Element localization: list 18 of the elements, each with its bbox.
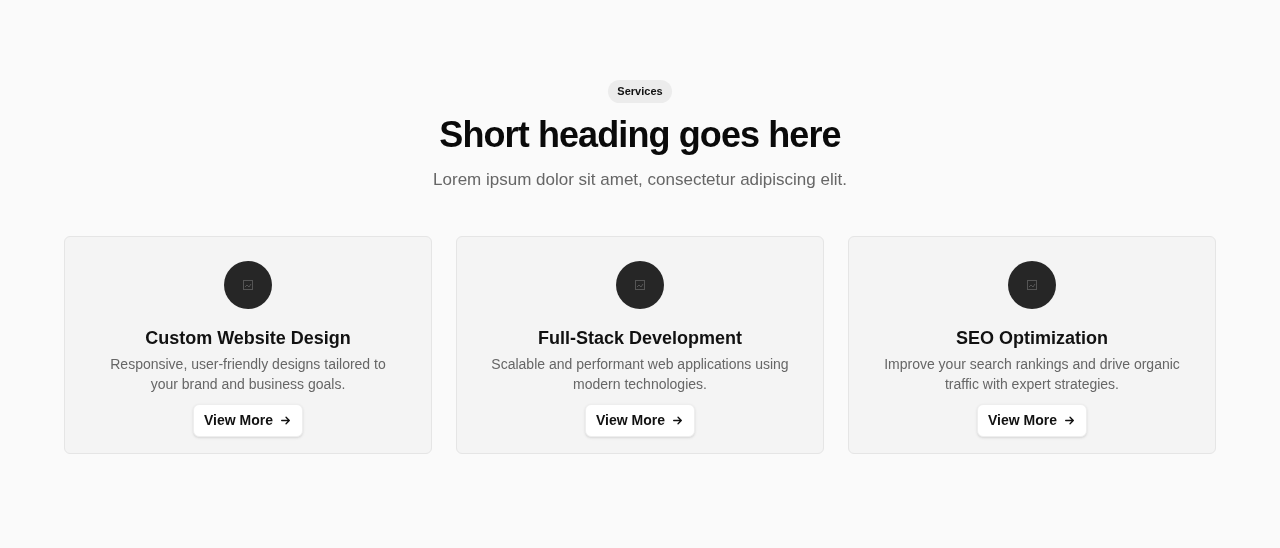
card-title: SEO Optimization (956, 327, 1108, 350)
section-subheading: Lorem ipsum dolor sit amet, consectetur adipiscing elit. (433, 168, 847, 191)
card-description: Scalable and performant web applications using modern technologies. (490, 355, 790, 394)
image-icon (616, 261, 664, 309)
card-title: Full-Stack Development (537, 327, 742, 350)
section-heading: Short heading goes here (439, 112, 841, 157)
image-icon (1008, 261, 1056, 309)
card-title: Custom Website Design (145, 327, 351, 350)
arrow-right-icon (671, 414, 684, 427)
arrow-right-icon (1063, 414, 1076, 427)
card-description: Improve your search rankings and drive organic traffic with expert strategies. (883, 355, 1181, 394)
view-more-button[interactable]: View More (585, 404, 695, 437)
view-more-button[interactable]: View More (977, 404, 1087, 437)
section-badge: Services (608, 80, 672, 103)
arrow-right-icon (279, 414, 292, 427)
image-icon (224, 261, 272, 309)
view-more-button[interactable]: View More (193, 404, 303, 437)
card-description: Responsive, user-friendly designs tailored to your brand and business goals. (109, 355, 387, 394)
